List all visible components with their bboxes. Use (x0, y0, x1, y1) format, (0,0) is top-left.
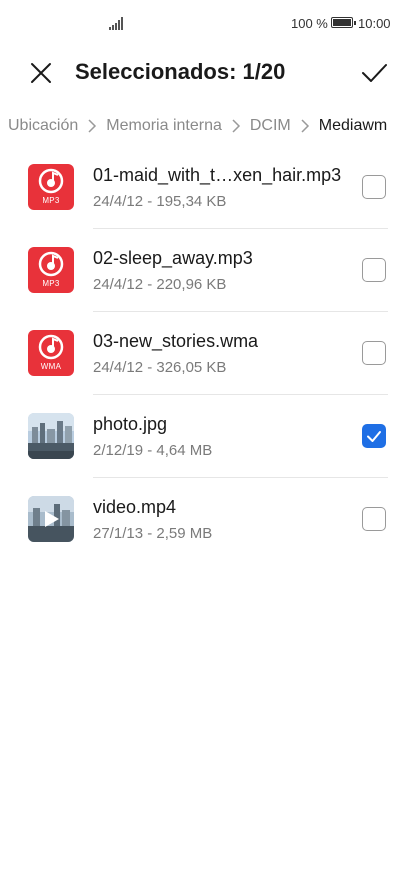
file-extension-label: WMA (40, 362, 62, 371)
select-checkbox[interactable] (362, 258, 386, 282)
list-item[interactable]: photo.jpg 2/12/19 - 4,64 MB (0, 395, 416, 478)
file-list: MP3 01-maid_with_t…xen_hair.mp3 24/4/12 … (0, 146, 416, 561)
breadcrumb-dcim[interactable]: DCIM (250, 117, 291, 135)
close-icon (31, 63, 51, 83)
status-clock: 10:00 (358, 16, 391, 31)
file-name: 02-sleep_away.mp3 (93, 248, 253, 268)
file-meta: 2/12/19 - 4,64 MB (93, 442, 213, 459)
file-extension-label: MP3 (42, 196, 60, 205)
chevron-right-icon (83, 117, 101, 135)
checkmark-icon (362, 64, 387, 82)
file-name: video.mp4 (93, 497, 177, 517)
breadcrumb-memoria-interna[interactable]: Memoria interna (106, 117, 222, 135)
file-extension-label: MP3 (42, 279, 60, 288)
file-name: 01-maid_with_t…xen_hair.mp3 (93, 165, 342, 185)
file-meta: 27/1/13 - 2,59 MB (93, 525, 213, 542)
audio-file-icon: MP3 (28, 247, 74, 293)
breadcrumb: Ubicación Memoria interna DCIM Mediawm (8, 112, 387, 140)
list-item[interactable]: WMA 03-new_stories.wma 24/4/12 - 326,05 … (0, 312, 416, 395)
file-name: photo.jpg (93, 414, 168, 434)
chevron-right-icon (227, 117, 245, 135)
close-button[interactable] (26, 58, 56, 88)
file-meta: 24/4/12 - 326,05 KB (93, 359, 227, 376)
file-meta: 24/4/12 - 220,96 KB (93, 276, 227, 293)
select-checkbox[interactable] (362, 424, 386, 448)
page-title: Seleccionados: 1/20 (75, 59, 286, 84)
audio-file-icon: WMA (28, 330, 74, 376)
image-thumbnail (28, 413, 74, 459)
breadcrumb-mediawm: Mediawm (318, 117, 388, 134)
app-bar: Seleccionados: 1/20 (0, 48, 416, 100)
select-checkbox[interactable] (362, 175, 386, 199)
select-checkbox[interactable] (362, 341, 386, 365)
list-item[interactable]: MP3 01-maid_with_t…xen_hair.mp3 24/4/12 … (0, 146, 416, 229)
battery-percentage: 100 % (291, 16, 328, 31)
battery-icon (331, 17, 356, 28)
video-thumbnail (28, 496, 74, 542)
list-item[interactable]: MP3 02-sleep_away.mp3 24/4/12 - 220,96 K… (0, 229, 416, 312)
check-icon (367, 431, 381, 442)
audio-file-icon: MP3 (28, 164, 74, 210)
list-item[interactable]: video.mp4 27/1/13 - 2,59 MB (0, 478, 416, 561)
file-meta: 24/4/12 - 195,34 KB (93, 193, 227, 210)
confirm-button[interactable] (359, 58, 389, 88)
breadcrumb-ubicacion[interactable]: Ubicación (8, 117, 78, 135)
chevron-right-icon (296, 117, 314, 135)
file-name: 03-new_stories.wma (93, 331, 259, 351)
select-checkbox[interactable] (362, 507, 386, 531)
status-bar: 100 % 10:00 (0, 0, 416, 48)
signal-icon (109, 17, 125, 30)
